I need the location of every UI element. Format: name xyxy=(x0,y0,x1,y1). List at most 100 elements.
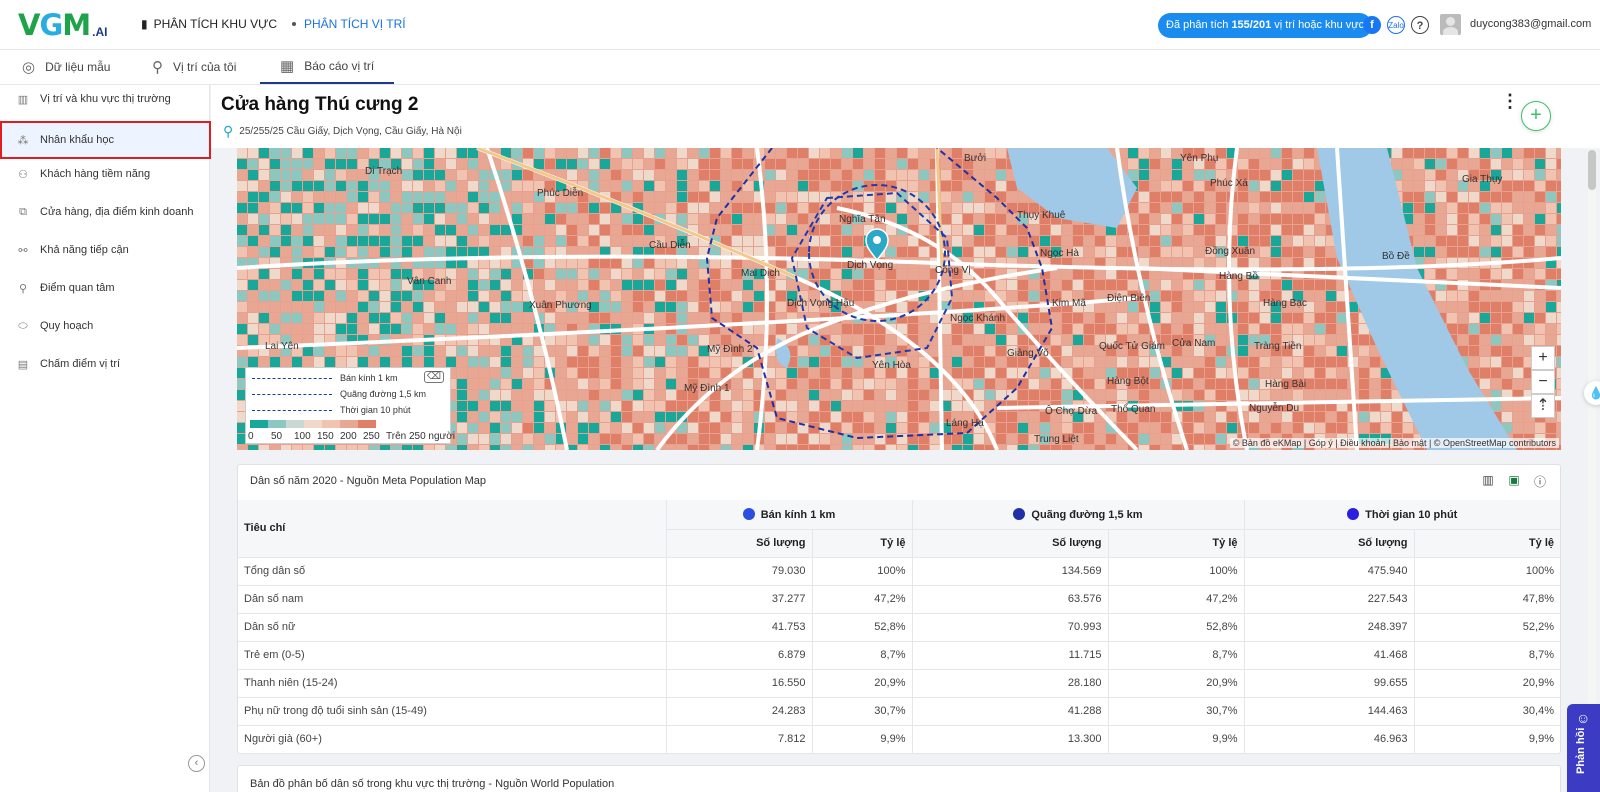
legend-swatch xyxy=(340,420,358,428)
map-place-label: Vân Canh xyxy=(407,276,452,287)
sidebar-item-stores[interactable]: ⧉ Cửa hàng, địa điểm kinh doanh xyxy=(0,193,210,231)
quota-badge[interactable]: Đã phân tích 155/201 vị trí hoặc khu vực xyxy=(1158,13,1373,38)
map-place-label: Ô Chợ Dừa xyxy=(1045,406,1098,417)
count-header: Số lượng xyxy=(665,529,812,558)
cell-value: 7.812 xyxy=(665,725,812,754)
feedback-button[interactable]: ☺ Phản hồi xyxy=(1567,704,1600,792)
table-row: Dân số nam 37.277 47,2% 63.576 47,2% 227.543 4… xyxy=(238,585,1560,614)
tab-label: Vị trí của tôi xyxy=(173,60,237,74)
population-map[interactable]: Di Trạch Phúc Diễn Cầu Diễn Vân Canh Xuân Ph… xyxy=(237,148,1561,450)
cell-value: 41.753 xyxy=(665,613,812,642)
add-icon[interactable]: + xyxy=(1521,101,1551,131)
cell-value: 52,8% xyxy=(1107,613,1244,642)
map-place-label: Hàng Bồ xyxy=(1219,271,1258,282)
dashboard-icon: ▦ xyxy=(280,58,295,75)
map-place-label: Điện Biên xyxy=(1107,293,1151,304)
logo-text: VGM xyxy=(18,8,91,42)
group-label: Quãng đường 1,5 km xyxy=(1031,508,1143,521)
sidebar-item-scoring[interactable]: ▤ Chấm điểm vị trí xyxy=(0,345,210,383)
close-legend-icon[interactable]: ⌫ xyxy=(423,371,444,383)
map-place-label: Dịch Vọng xyxy=(847,260,894,271)
map-place-label: Đồng Xuân xyxy=(1205,246,1256,257)
map-place-label: Thổ Quan xyxy=(1111,404,1156,415)
page-scrollbar[interactable] xyxy=(1588,148,1596,792)
address: ⚲ 25/255/25 Cầu Giấy, Dịch Vọng, Cầu Giấ… xyxy=(223,123,462,140)
row-label: Trẻ em (0-5) xyxy=(238,641,666,670)
nav-area-analysis-label: PHÂN TÍCH KHU VỰC xyxy=(153,17,277,31)
facebook-icon[interactable]: f xyxy=(1363,16,1381,34)
map-place-label: Láng Hạ xyxy=(946,418,984,429)
people-icon: ⁂ xyxy=(17,134,29,147)
tab-my-locations[interactable]: ⚲ Vị trí của tôi xyxy=(152,50,236,84)
map-place-label: Thụy Khuê xyxy=(1017,210,1066,221)
row-label: Phụ nữ trong độ tuổi sinh sản (15-49) xyxy=(238,697,666,726)
cell-value: 8,7% xyxy=(1413,641,1560,670)
population-card: Dân số năm 2020 - Nguồn Meta Population … xyxy=(237,464,1561,754)
cell-value: 24.283 xyxy=(665,697,812,726)
help-icon[interactable]: ? xyxy=(1411,16,1429,34)
cell-value: 8,7% xyxy=(811,641,912,670)
water-drop-icon[interactable]: 💧 xyxy=(1584,381,1600,405)
legend-swatch xyxy=(304,420,322,428)
collapse-sidebar-icon[interactable]: ‹ xyxy=(188,755,205,772)
ratio-header: Tỷ lệ xyxy=(811,529,912,558)
sidebar-item-poi[interactable]: ⚲ Điểm quan tâm xyxy=(0,269,210,307)
vgm-logo[interactable]: VGM .AI xyxy=(18,10,107,40)
map-place-label: Bưởi xyxy=(964,153,987,164)
map-pin-icon: ⚲ xyxy=(152,59,163,76)
cell-value: 20,9% xyxy=(1107,669,1244,698)
more-options-icon[interactable]: ⋮ xyxy=(1501,91,1519,112)
ratio-header: Tỷ lệ xyxy=(1107,529,1244,558)
map-place-label: Quốc Tử Giám xyxy=(1099,341,1165,352)
user-email[interactable]: duycong383@gmail.com xyxy=(1470,18,1591,30)
sidebar-item-demographics[interactable]: ⁂ Nhân khẩu học xyxy=(0,121,211,159)
map-place-label: Giảng Võ xyxy=(1007,348,1049,359)
cell-value: 30,7% xyxy=(811,697,912,726)
map-place-label: Cầu Diễn xyxy=(649,240,691,251)
help-icon[interactable]: ⓘ xyxy=(1532,473,1548,490)
zoom-out-button[interactable]: − xyxy=(1531,370,1555,394)
quota-count: 155/201 xyxy=(1231,19,1272,31)
location-marker-dot xyxy=(873,236,881,244)
world-population-card: Bản đồ phân bố dân số trong khu vực thị … xyxy=(237,765,1561,792)
sidebar-item-market-area[interactable]: ▥ Vị trí và khu vực thị trường xyxy=(0,80,210,118)
table-row: Trẻ em (0-5) 6.879 8,7% 11.715 8,7% 41.468 8,7… xyxy=(238,641,1560,670)
table-row: Tổng dân số 79.030 100% 134.569 100% 475.940 1… xyxy=(238,557,1560,586)
avatar[interactable] xyxy=(1440,14,1461,35)
nav-area-analysis[interactable]: ▮ PHÂN TÍCH KHU VỰC xyxy=(141,17,277,31)
legend-tick: 100 xyxy=(294,431,311,442)
compass-icon[interactable]: ⇡ xyxy=(1531,394,1555,418)
scrollbar-thumb[interactable] xyxy=(1588,150,1596,190)
row-label: Người già (60+) xyxy=(238,725,666,754)
table-row: Dân số nữ 41.753 52,8% 70.993 52,8% 248.397 52… xyxy=(238,613,1560,642)
legend-tick: 150 xyxy=(317,431,334,442)
sidebar-item-label: Cửa hàng, địa điểm kinh doanh xyxy=(40,206,194,218)
tab-location-report[interactable]: ▦ Báo cáo vị trí xyxy=(260,50,394,84)
nav-location-analysis[interactable]: PHÂN TÍCH VỊ TRÍ xyxy=(292,17,406,31)
cell-value: 28.180 xyxy=(911,669,1108,698)
sidebar-item-potential-customers[interactable]: ⚇ Khách hàng tiềm năng xyxy=(0,155,210,193)
excel-export-icon[interactable]: ▣ xyxy=(1506,473,1522,490)
table-row: Phụ nữ trong độ tuổi sinh sản (15-49) 24.… xyxy=(238,697,1560,726)
group-label: Bán kính 1 km xyxy=(760,508,836,521)
row-label: Dân số nữ xyxy=(238,613,666,642)
page-title: Cửa hàng Thú cưng 2 xyxy=(221,94,419,115)
bar-chart-icon[interactable]: ▥ xyxy=(1480,473,1496,490)
sidebar-item-accessibility[interactable]: ⚯ Khả năng tiếp cận xyxy=(0,231,210,269)
map-place-label: Nguyễn Du xyxy=(1249,403,1300,414)
group-dot-icon xyxy=(1347,507,1360,520)
group-header: Thời gian 10 phút xyxy=(1243,500,1560,530)
cell-value: 9,9% xyxy=(811,725,912,754)
tab-sample-data[interactable]: ◎ Dữ liệu mẫu xyxy=(22,50,110,84)
map-place-label: Cống Vị xyxy=(935,265,971,276)
legend-time: Thời gian 10 phút xyxy=(252,405,410,415)
cell-value: 46.963 xyxy=(1243,725,1414,754)
cell-value: 37.277 xyxy=(665,585,812,614)
cell-value: 63.576 xyxy=(911,585,1108,614)
zalo-icon[interactable]: Zalo xyxy=(1387,16,1405,34)
sidebar-item-planning[interactable]: ⬭ Quy hoạch xyxy=(0,307,210,345)
legend-tick: 200 xyxy=(340,431,357,442)
zoom-in-button[interactable]: + xyxy=(1531,346,1555,370)
table-row: Người già (60+) 7.812 9,9% 13.300 9,9% 46.963… xyxy=(238,725,1560,754)
card-title: Bản đồ phân bố dân số trong khu vực thị … xyxy=(250,778,615,790)
